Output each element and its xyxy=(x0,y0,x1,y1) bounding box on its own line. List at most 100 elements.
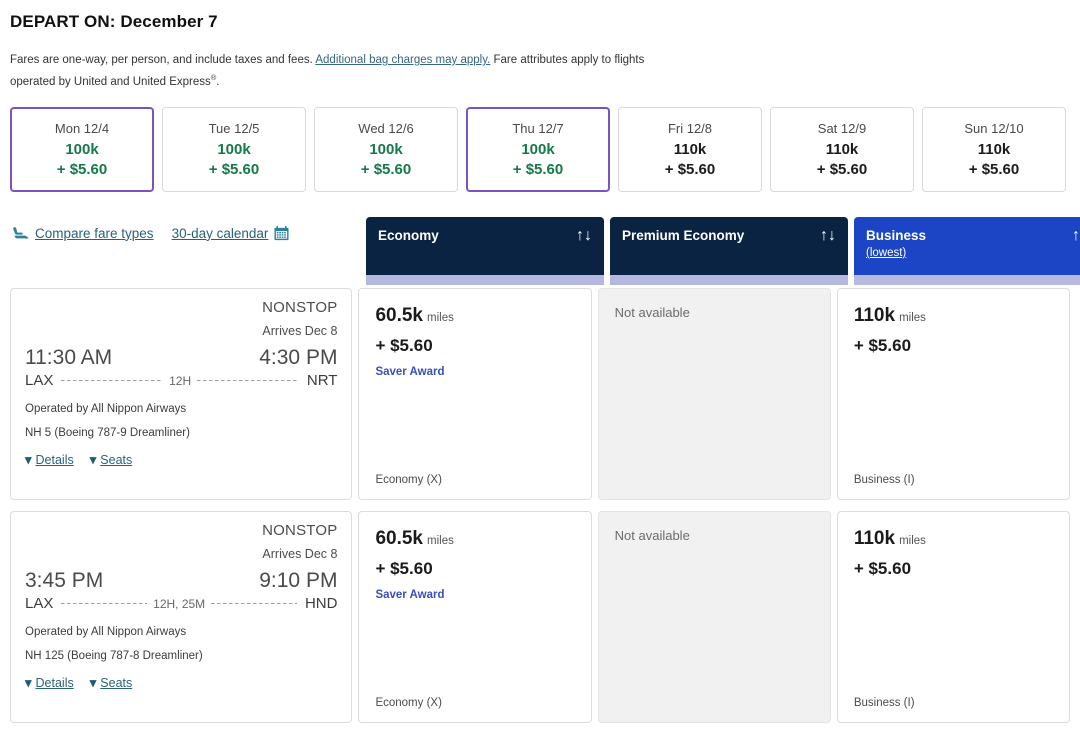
flight-equipment: NH 5 (Boeing 787-9 Dreamliner) xyxy=(25,427,190,439)
date-card-miles: 110k xyxy=(673,140,707,158)
fare-miles: 110k miles xyxy=(854,528,1053,550)
column-header-1[interactable]: Premium Economy ↑↓ xyxy=(610,216,848,285)
fare-miles-value: 60.5k xyxy=(375,528,423,549)
fare-class-code: Business (I) xyxy=(853,474,915,486)
column-title-text: Business xyxy=(866,227,927,243)
date-card-4[interactable]: Fri 12/8 110k + $5.60 xyxy=(618,106,762,192)
date-card-day: Thu 12/7 xyxy=(512,120,564,136)
details-toggle[interactable]: ▾ Details xyxy=(25,453,74,467)
fare-tax: + $5.60 xyxy=(853,336,912,355)
flight-duration: 12H, 25M xyxy=(153,596,206,611)
route-line-right xyxy=(197,380,299,381)
seats-toggle[interactable]: ▾ Seats xyxy=(90,453,133,467)
seats-toggle[interactable]: ▾ Seats xyxy=(90,676,133,690)
fare-cell[interactable]: 60.5k miles + $5.60 Saver Award Economy (X) xyxy=(358,288,592,500)
fare-badge: Saver Award xyxy=(375,589,445,601)
fare-miles-value: 110k xyxy=(853,305,896,326)
fare-miles: 110k miles xyxy=(854,305,1053,327)
flight-arrival-date: Arrives Dec 8 xyxy=(262,324,338,338)
sort-up-down-arrows[interactable]: ↑↓ xyxy=(576,227,592,245)
flight-operated-by: Operated by All Nippon Airways xyxy=(25,626,187,638)
toolbar-and-column-headers: Compare fare types 30-day calendar Econo… xyxy=(10,216,1080,289)
award-flight-results-page: DEPART ON: December 7 Fares are one-way,… xyxy=(0,0,1080,736)
date-card-day: Tue 12/5 xyxy=(208,120,260,136)
column-title-text: Premium Economy xyxy=(622,227,745,243)
route-line-right xyxy=(211,603,297,604)
date-card-6[interactable]: Sun 12/10 110k + $5.60 xyxy=(922,106,1066,192)
date-card-day: Fri 12/8 xyxy=(667,120,713,136)
column-header-2[interactable]: Business (lowest) ↑ xyxy=(854,216,1080,285)
fare-unavailable-text: Not available xyxy=(614,305,690,320)
column-header-accent-strip xyxy=(854,274,1080,285)
date-card-tax: + $5.60 xyxy=(968,160,1020,178)
fare-tax: + $5.60 xyxy=(375,559,433,578)
date-card-tax: + $5.60 xyxy=(816,160,868,178)
thirty-day-calendar-link[interactable]: 30-day calendar xyxy=(171,225,290,241)
column-title-text: Economy xyxy=(378,227,439,243)
chevron-down-icon: ▾ xyxy=(89,452,97,467)
fare-miles-value: 60.5k xyxy=(375,305,423,326)
fare-cell-unavailable: Not available xyxy=(597,288,831,500)
date-card-5[interactable]: Sat 12/9 110k + $5.60 xyxy=(770,106,914,192)
chevron-down-icon: ▾ xyxy=(89,675,97,690)
flight-destination: NRT xyxy=(306,372,338,389)
flight-origin: LAX xyxy=(25,372,54,389)
column-header-accent-strip xyxy=(366,274,604,285)
details-label: Details xyxy=(35,676,74,690)
compare-fare-types-label: Compare fare types xyxy=(35,225,154,241)
fare-disclaimer-text-1: Fares are one-way, per person, and inclu… xyxy=(10,54,316,66)
calendar-icon xyxy=(274,225,289,241)
date-card-1[interactable]: Tue 12/5 100k + $5.60 xyxy=(162,106,306,192)
compare-fare-types-link[interactable]: Compare fare types xyxy=(12,226,154,241)
date-card-tax: + $5.60 xyxy=(512,160,564,178)
fare-class-code: Economy (X) xyxy=(375,697,442,709)
column-header-title: Economy xyxy=(378,227,439,244)
date-card-tax: + $5.60 xyxy=(208,160,260,178)
fare-tax: + $5.60 xyxy=(375,336,433,355)
route-line-left xyxy=(61,380,164,381)
details-label: Details xyxy=(35,453,74,467)
column-header-sub: (lowest) xyxy=(866,246,907,259)
fare-tools-links: Compare fare types 30-day calendar xyxy=(12,225,290,241)
date-card-3[interactable]: Thu 12/7 100k + $5.60 xyxy=(466,106,610,192)
fare-miles-unit: miles xyxy=(427,312,454,324)
thirty-day-calendar-label: 30-day calendar xyxy=(171,225,269,241)
fare-badge: Saver Award xyxy=(375,366,445,378)
flight-operated-by: Operated by All Nippon Airways xyxy=(25,403,187,415)
flight-duration: 12H xyxy=(169,373,192,388)
date-card-0[interactable]: Mon 12/4 100k + $5.60 xyxy=(10,106,154,192)
flight-stops: NONSTOP xyxy=(262,522,338,539)
route-line-left xyxy=(61,603,148,604)
fare-cell[interactable]: 60.5k miles + $5.60 Saver Award Economy (X) xyxy=(358,511,592,723)
additional-bag-charges-link[interactable]: Additional bag charges may apply. xyxy=(315,54,490,66)
seats-label: Seats xyxy=(100,676,133,690)
date-card-day: Sun 12/10 xyxy=(964,120,1024,136)
depart-on-date: December 7 xyxy=(120,12,218,31)
depart-on-label: DEPART ON: xyxy=(10,12,116,31)
date-card-2[interactable]: Wed 12/6 100k + $5.60 xyxy=(314,106,458,192)
date-card-miles: 100k xyxy=(369,140,403,158)
date-card-tax: + $5.60 xyxy=(56,160,108,178)
flight-origin: LAX xyxy=(25,595,54,612)
column-header-title: Business (lowest) xyxy=(866,227,926,262)
chevron-down-icon: ▾ xyxy=(25,452,32,467)
sort-up-down-arrows[interactable]: ↑↓ xyxy=(820,227,836,245)
flight-arrive-time: 9:10 PM xyxy=(259,569,338,592)
details-toggle[interactable]: ▾ Details xyxy=(25,676,74,690)
fare-cell[interactable]: 110k miles + $5.60 Business (I) xyxy=(836,288,1071,500)
fare-cell-unavailable: Not available xyxy=(597,511,831,723)
sort-up-arrow[interactable]: ↑ xyxy=(1072,227,1080,245)
date-card-miles: 100k xyxy=(65,140,99,158)
flight-depart-time: 11:30 AM xyxy=(25,346,113,369)
date-card-tax: + $5.60 xyxy=(664,160,716,178)
fare-class-code: Business (I) xyxy=(853,697,915,709)
date-card-day: Wed 12/6 xyxy=(358,120,414,136)
fare-miles: 60.5k miles xyxy=(375,305,574,327)
flight-arrival-date: Arrives Dec 8 xyxy=(262,547,338,561)
date-selector-strip[interactable]: Mon 12/4 100k + $5.60 Tue 12/5 100k + $5.60 We… xyxy=(10,106,1070,192)
column-header-0[interactable]: Economy ↑↓ xyxy=(366,216,604,285)
fare-cell[interactable]: 110k miles + $5.60 Business (I) xyxy=(836,511,1071,723)
date-card-miles: 110k xyxy=(977,140,1011,158)
column-header-title: Premium Economy xyxy=(622,227,744,244)
fare-class-code: Economy (X) xyxy=(375,474,442,486)
